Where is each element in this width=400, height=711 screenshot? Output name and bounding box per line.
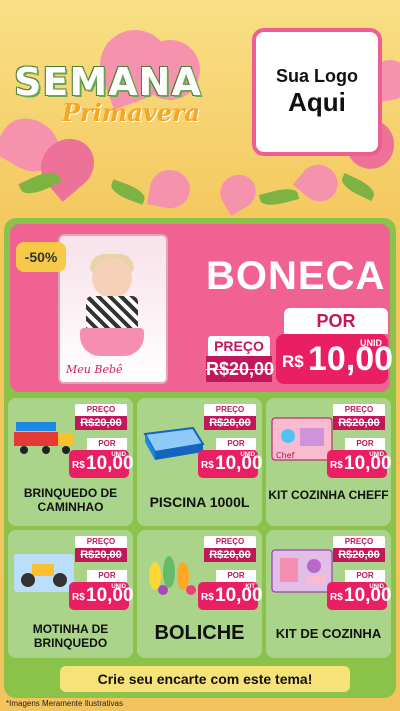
price-tag: PREÇO R$20,00 xyxy=(204,536,256,562)
product-card[interactable]: PREÇO R$20,00 POR R$ 10,00 UNID MOTINHA … xyxy=(8,530,133,658)
price-label: PREÇO xyxy=(208,336,270,356)
doll-image: Meu Bebê xyxy=(58,234,168,384)
price-tag: PREÇO R$20,00 xyxy=(75,536,127,562)
old-price: R$20,00 xyxy=(206,356,274,382)
unit-label: UNID xyxy=(369,452,384,458)
new-price-box: R$ 10,00 KIT xyxy=(198,582,262,610)
svg-text:Chef: Chef xyxy=(276,451,295,460)
price-label: PREÇO xyxy=(75,404,127,416)
new-price-box: R$ 10,00 UNID xyxy=(327,450,391,478)
flower-decoration xyxy=(292,156,346,210)
featured-product-name: BONECA xyxy=(206,254,386,298)
product-name: BOLICHE xyxy=(154,622,245,644)
por-label: POR xyxy=(87,438,127,450)
doll-head xyxy=(92,258,132,298)
price-label: PREÇO xyxy=(75,536,127,548)
currency: R$ xyxy=(330,460,343,471)
products-panel: Meu Bebê -50% BONECA PREÇO R$20,00 POR R… xyxy=(4,218,396,698)
old-price: R$20,00 xyxy=(333,416,385,430)
old-price: R$20,00 xyxy=(204,416,256,430)
currency: R$ xyxy=(330,592,343,603)
new-price-box: R$ 10,00 UNID xyxy=(276,334,393,384)
leaf-decoration xyxy=(258,185,300,209)
product-card[interactable]: Chef PREÇO R$20,00 POR R$ 10,00 UNID KIT… xyxy=(266,398,391,526)
logo-placeholder[interactable]: Sua Logo Aqui xyxy=(252,28,382,156)
por-label: POR xyxy=(345,570,385,582)
por-label: POR xyxy=(216,438,256,450)
discount-badge: -50% xyxy=(16,242,66,272)
unit-label: UNID xyxy=(360,338,382,348)
doll-box-label: Meu Bebê xyxy=(66,363,123,376)
product-name: MOTINHA DE BRINQUEDO xyxy=(32,622,109,650)
por-label: POR xyxy=(216,570,256,582)
old-price: R$20,00 xyxy=(75,548,127,562)
product-name: BRINQUEDO DE CAMINHAO xyxy=(23,486,118,514)
product-name: KIT DE COZINHA xyxy=(275,626,382,641)
title-sub-text: Primavera xyxy=(62,98,201,127)
new-price-box: R$ 10,00 UNID xyxy=(69,582,133,610)
doll-skirt xyxy=(80,328,144,356)
currency: R$ xyxy=(201,592,214,603)
product-card[interactable]: PREÇO R$20,00 POR R$ 10,00 UNID BRINQUED… xyxy=(8,398,133,526)
doll-body xyxy=(86,296,138,332)
price-tag: PREÇO R$20,00 xyxy=(333,536,385,562)
price-tag: PREÇO R$20,00 xyxy=(75,404,127,430)
old-price: R$20,00 xyxy=(75,416,127,430)
new-price-box: R$ 10,00 UNID xyxy=(198,450,262,478)
flower-decoration xyxy=(213,168,263,215)
price-tag: PREÇO R$20,00 xyxy=(333,404,385,430)
unit-label: UNID xyxy=(240,452,255,458)
product-card[interactable]: PREÇO R$20,00 POR R$ 10,00 UNID PISCINA … xyxy=(137,398,262,526)
logo-line1: Sua Logo xyxy=(276,66,358,86)
product-card[interactable]: PREÇO R$20,00 POR R$ 10,00 UNID KIT DE C… xyxy=(266,530,391,658)
currency: R$ xyxy=(72,592,85,603)
flyer-page: SEMANA Primavera Sua Logo Aqui Meu Bebê … xyxy=(0,0,400,711)
product-name: KIT COZINHA CHEFF xyxy=(268,488,389,502)
por-label: POR xyxy=(284,308,388,334)
unit-label: UNID xyxy=(111,452,126,458)
currency: R$ xyxy=(282,352,304,371)
product-name: PISCINA 1000L xyxy=(149,494,250,510)
price-label: PREÇO xyxy=(333,404,385,416)
new-price-box: R$ 10,00 UNID xyxy=(327,582,391,610)
price-label: PREÇO xyxy=(333,536,385,548)
product-card[interactable]: PREÇO R$20,00 POR R$ 10,00 KIT BOLICHE xyxy=(137,530,262,658)
price-tag: PREÇO R$20,00 xyxy=(204,404,256,430)
price-label: PREÇO xyxy=(204,404,256,416)
unit-label: UNID xyxy=(369,584,384,590)
old-price: R$20,00 xyxy=(333,548,385,562)
unit-label: KIT xyxy=(245,584,255,590)
old-price: R$20,00 xyxy=(204,548,256,562)
header-banner: SEMANA Primavera Sua Logo Aqui xyxy=(0,0,400,215)
cta-banner[interactable]: Crie seu encarte com este tema! xyxy=(60,666,350,692)
unit-label: UNID xyxy=(111,584,126,590)
logo-line2: Aqui xyxy=(288,87,346,117)
leaf-decoration xyxy=(108,179,148,205)
currency: R$ xyxy=(72,460,85,471)
currency: R$ xyxy=(201,460,214,471)
por-label: POR xyxy=(87,570,127,582)
flower-decoration xyxy=(147,166,193,212)
price-label: PREÇO xyxy=(204,536,256,548)
leaf-decoration xyxy=(338,173,378,201)
disclaimer-text: *Imagens Meramente Ilustrativas xyxy=(6,699,123,708)
por-label: POR xyxy=(345,438,385,450)
campaign-title: SEMANA Primavera xyxy=(14,60,234,130)
featured-product[interactable]: Meu Bebê -50% BONECA PREÇO R$20,00 POR R… xyxy=(10,224,393,392)
new-price-box: R$ 10,00 UNID xyxy=(69,450,133,478)
